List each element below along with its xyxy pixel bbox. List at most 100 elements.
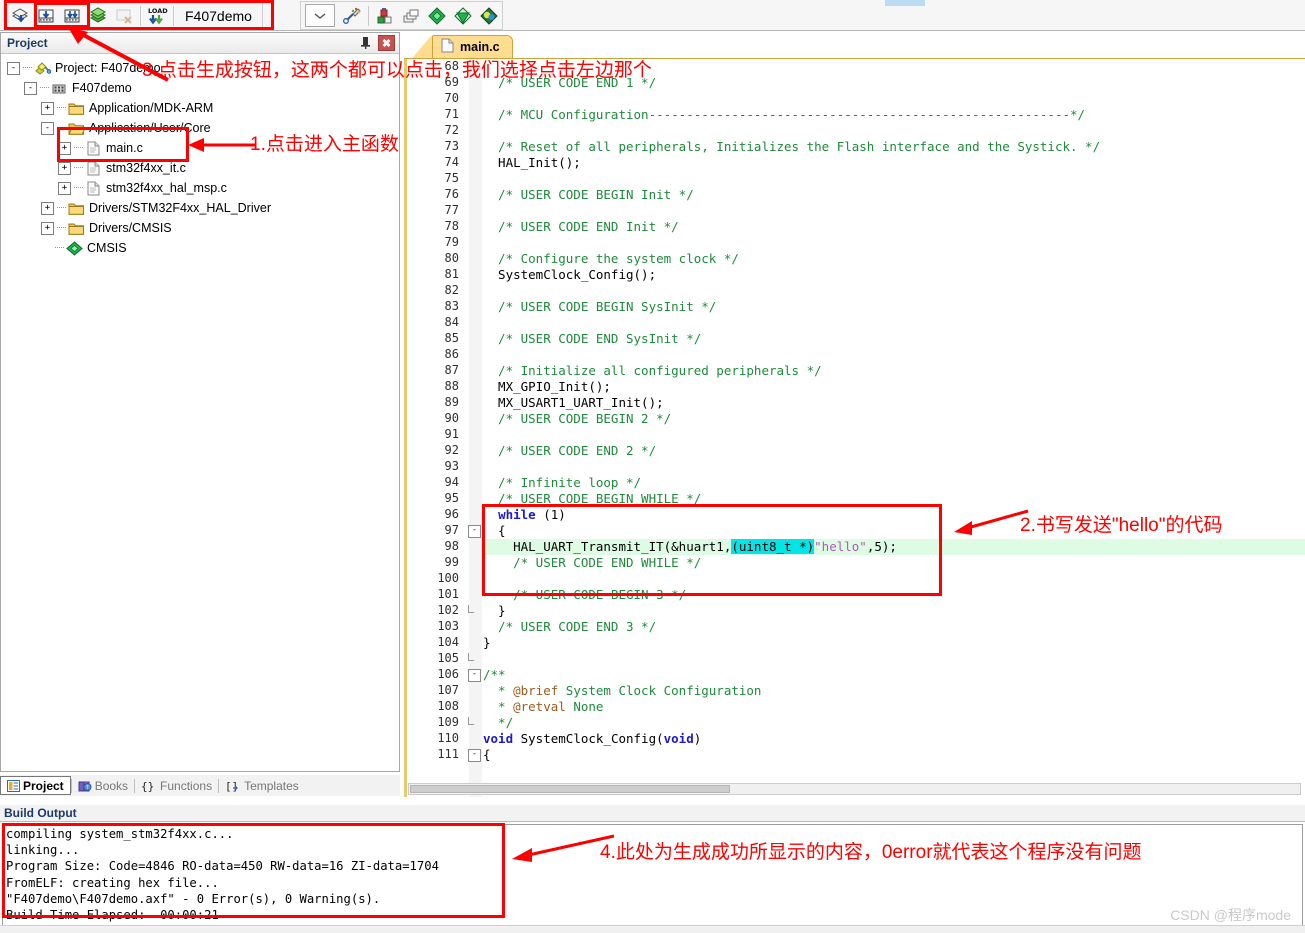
select-software-packs-icon[interactable]	[476, 3, 502, 28]
code-line: /* Configure the system clock */	[483, 251, 739, 266]
line-number: 99	[444, 555, 459, 569]
tree-item-stm32f4xx-it-c[interactable]: + stm32f4xx_it.c	[7, 158, 399, 178]
expand-icon[interactable]: +	[41, 201, 54, 215]
editor-horizontal-scrollbar[interactable]	[408, 783, 1301, 795]
chevron-down-icon[interactable]	[305, 4, 335, 27]
line-number: 103	[437, 619, 459, 633]
bottom-tab-project[interactable]: Project	[0, 776, 71, 795]
collapse-icon[interactable]: -	[24, 81, 37, 95]
tree-item-label: F407demo	[72, 81, 132, 95]
code-line: */	[483, 715, 514, 730]
tree-item-drivers-cmsis[interactable]: + Drivers/CMSIS	[7, 218, 399, 238]
tree-connector	[74, 167, 83, 169]
line-number: 86	[444, 347, 459, 361]
line-number: 92	[444, 443, 459, 457]
annotation-text-4: 4.此处为生成成功所显示的内容，0error就代表这个程序没有问题	[600, 842, 1142, 863]
expand-icon[interactable]: +	[58, 141, 71, 155]
tree-item-stm32f4xx-hal-msp-c[interactable]: + stm32f4xx_hal_msp.c	[7, 178, 399, 198]
code-line: /* MCU Configuration--------------------…	[483, 107, 1086, 122]
build-output-scrollbar[interactable]	[0, 925, 1305, 933]
code-line: {	[483, 747, 491, 762]
tree-item-application-mdk-arm[interactable]: + Application/MDK-ARM	[7, 98, 399, 118]
tree-item-cmsis[interactable]: CMSIS	[7, 238, 399, 258]
bottom-tab-templates[interactable]: [] Templates	[219, 776, 305, 795]
keil-uvision-window: LOAD F407demo Project ✖ - Project: F407d…	[0, 0, 1305, 933]
pack-installer-icon[interactable]	[424, 3, 450, 28]
collapse-icon[interactable]: -	[41, 121, 54, 135]
line-number: 91	[444, 427, 459, 441]
expand-icon[interactable]: +	[41, 221, 54, 235]
project-icon	[35, 61, 51, 75]
build-output-line: FromELF: creating hex file...	[6, 875, 219, 890]
file-icon	[87, 161, 100, 175]
line-number: 77	[444, 203, 459, 217]
line-number: 90	[444, 411, 459, 425]
toolbar-separator	[140, 5, 141, 26]
batch-build-icon[interactable]	[85, 3, 111, 28]
bottom-tab-books[interactable]: ? Books	[72, 776, 134, 795]
line-number: 76	[444, 187, 459, 201]
scrollbar-thumb[interactable]	[410, 785, 730, 793]
file-icon	[87, 181, 100, 195]
fold-end-marker[interactable]	[468, 717, 474, 725]
line-number: 84	[444, 315, 459, 329]
svg-text:{}: {}	[141, 780, 154, 792]
editor-area: main.c 68 69 70 71 72 73 74 75 76 77 78 79 80 81 82 83 8…	[404, 32, 1305, 797]
books-tab-icon: ?	[78, 780, 92, 792]
rebuild-icon[interactable]	[59, 3, 85, 28]
target-options-icon[interactable]	[339, 3, 365, 28]
line-number: 87	[444, 363, 459, 377]
multi-project-icon[interactable]	[398, 3, 424, 28]
line-number: 111	[437, 747, 459, 761]
code-line: HAL_Init();	[483, 155, 581, 170]
code-line: /**	[483, 667, 506, 682]
tree-item-label: Drivers/STM32F4xx_HAL_Driver	[89, 201, 271, 215]
annotation-text-3: 3.点击生成按钮，这两个都可以点击，我们选择点击左边那个	[142, 60, 652, 81]
toolbar-separator-3	[368, 5, 369, 26]
fold-end-marker[interactable]	[468, 605, 474, 613]
collapse-icon[interactable]: -	[7, 61, 20, 75]
target-icon	[52, 84, 66, 93]
load-icon[interactable]: LOAD	[144, 3, 170, 28]
close-icon[interactable]: ✖	[378, 35, 395, 51]
line-number: 95	[444, 491, 459, 505]
project-pane-title: Project	[7, 36, 48, 50]
tree-connector	[57, 107, 66, 109]
line-number: 96	[444, 507, 459, 521]
tree-connector	[57, 227, 66, 229]
bottom-tab-functions[interactable]: {} Functions	[135, 776, 218, 795]
line-number: 105	[437, 651, 459, 665]
build-icon[interactable]	[33, 3, 59, 28]
code-line: * @brief System Clock Configuration	[483, 683, 762, 698]
stop-build-icon	[111, 3, 137, 28]
tree-item-drivers-stm32f4xx-hal-driver[interactable]: + Drivers/STM32F4xx_HAL_Driver	[7, 198, 399, 218]
bottom-tab-label: Books	[94, 778, 129, 793]
code-line: /* USER CODE END WHILE */	[483, 555, 702, 570]
project-pane-header: Project ✖	[1, 33, 399, 54]
file-icon	[87, 141, 100, 155]
expand-icon[interactable]: +	[58, 161, 71, 175]
code-view[interactable]: 68 69 70 71 72 73 74 75 76 77 78 79 80 81 82 83 84 85 86 87…	[404, 59, 1305, 797]
tree-item-label: CMSIS	[87, 241, 127, 255]
code-line: /* Initialize all configured peripherals…	[483, 363, 822, 378]
line-number: 107	[437, 683, 459, 697]
manage-project-items-icon[interactable]	[372, 3, 398, 28]
translate-icon[interactable]	[7, 3, 33, 28]
fold-column	[467, 59, 482, 797]
code-line: /* USER CODE END Init */	[483, 219, 679, 234]
pin-icon[interactable]	[357, 35, 373, 51]
code-line: HAL_UART_Transmit_IT(&huart1,(uint8_t *)…	[483, 539, 897, 554]
fold-collapse-icon[interactable]: -	[468, 749, 481, 762]
fold-collapse-icon[interactable]: -	[468, 669, 481, 682]
templates-tab-icon: []	[225, 780, 241, 792]
window-accent-bar	[885, 0, 925, 6]
code-line: /* USER CODE END 2 */	[483, 443, 657, 458]
expand-icon[interactable]: +	[41, 101, 54, 115]
expand-icon[interactable]: +	[58, 181, 71, 195]
fold-end-marker[interactable]	[468, 653, 474, 661]
line-number: 98	[444, 539, 459, 553]
line-number: 100	[437, 571, 459, 585]
line-number: 80	[444, 251, 459, 265]
manage-run-env-icon[interactable]	[450, 3, 476, 28]
fold-collapse-icon[interactable]: -	[468, 525, 481, 538]
